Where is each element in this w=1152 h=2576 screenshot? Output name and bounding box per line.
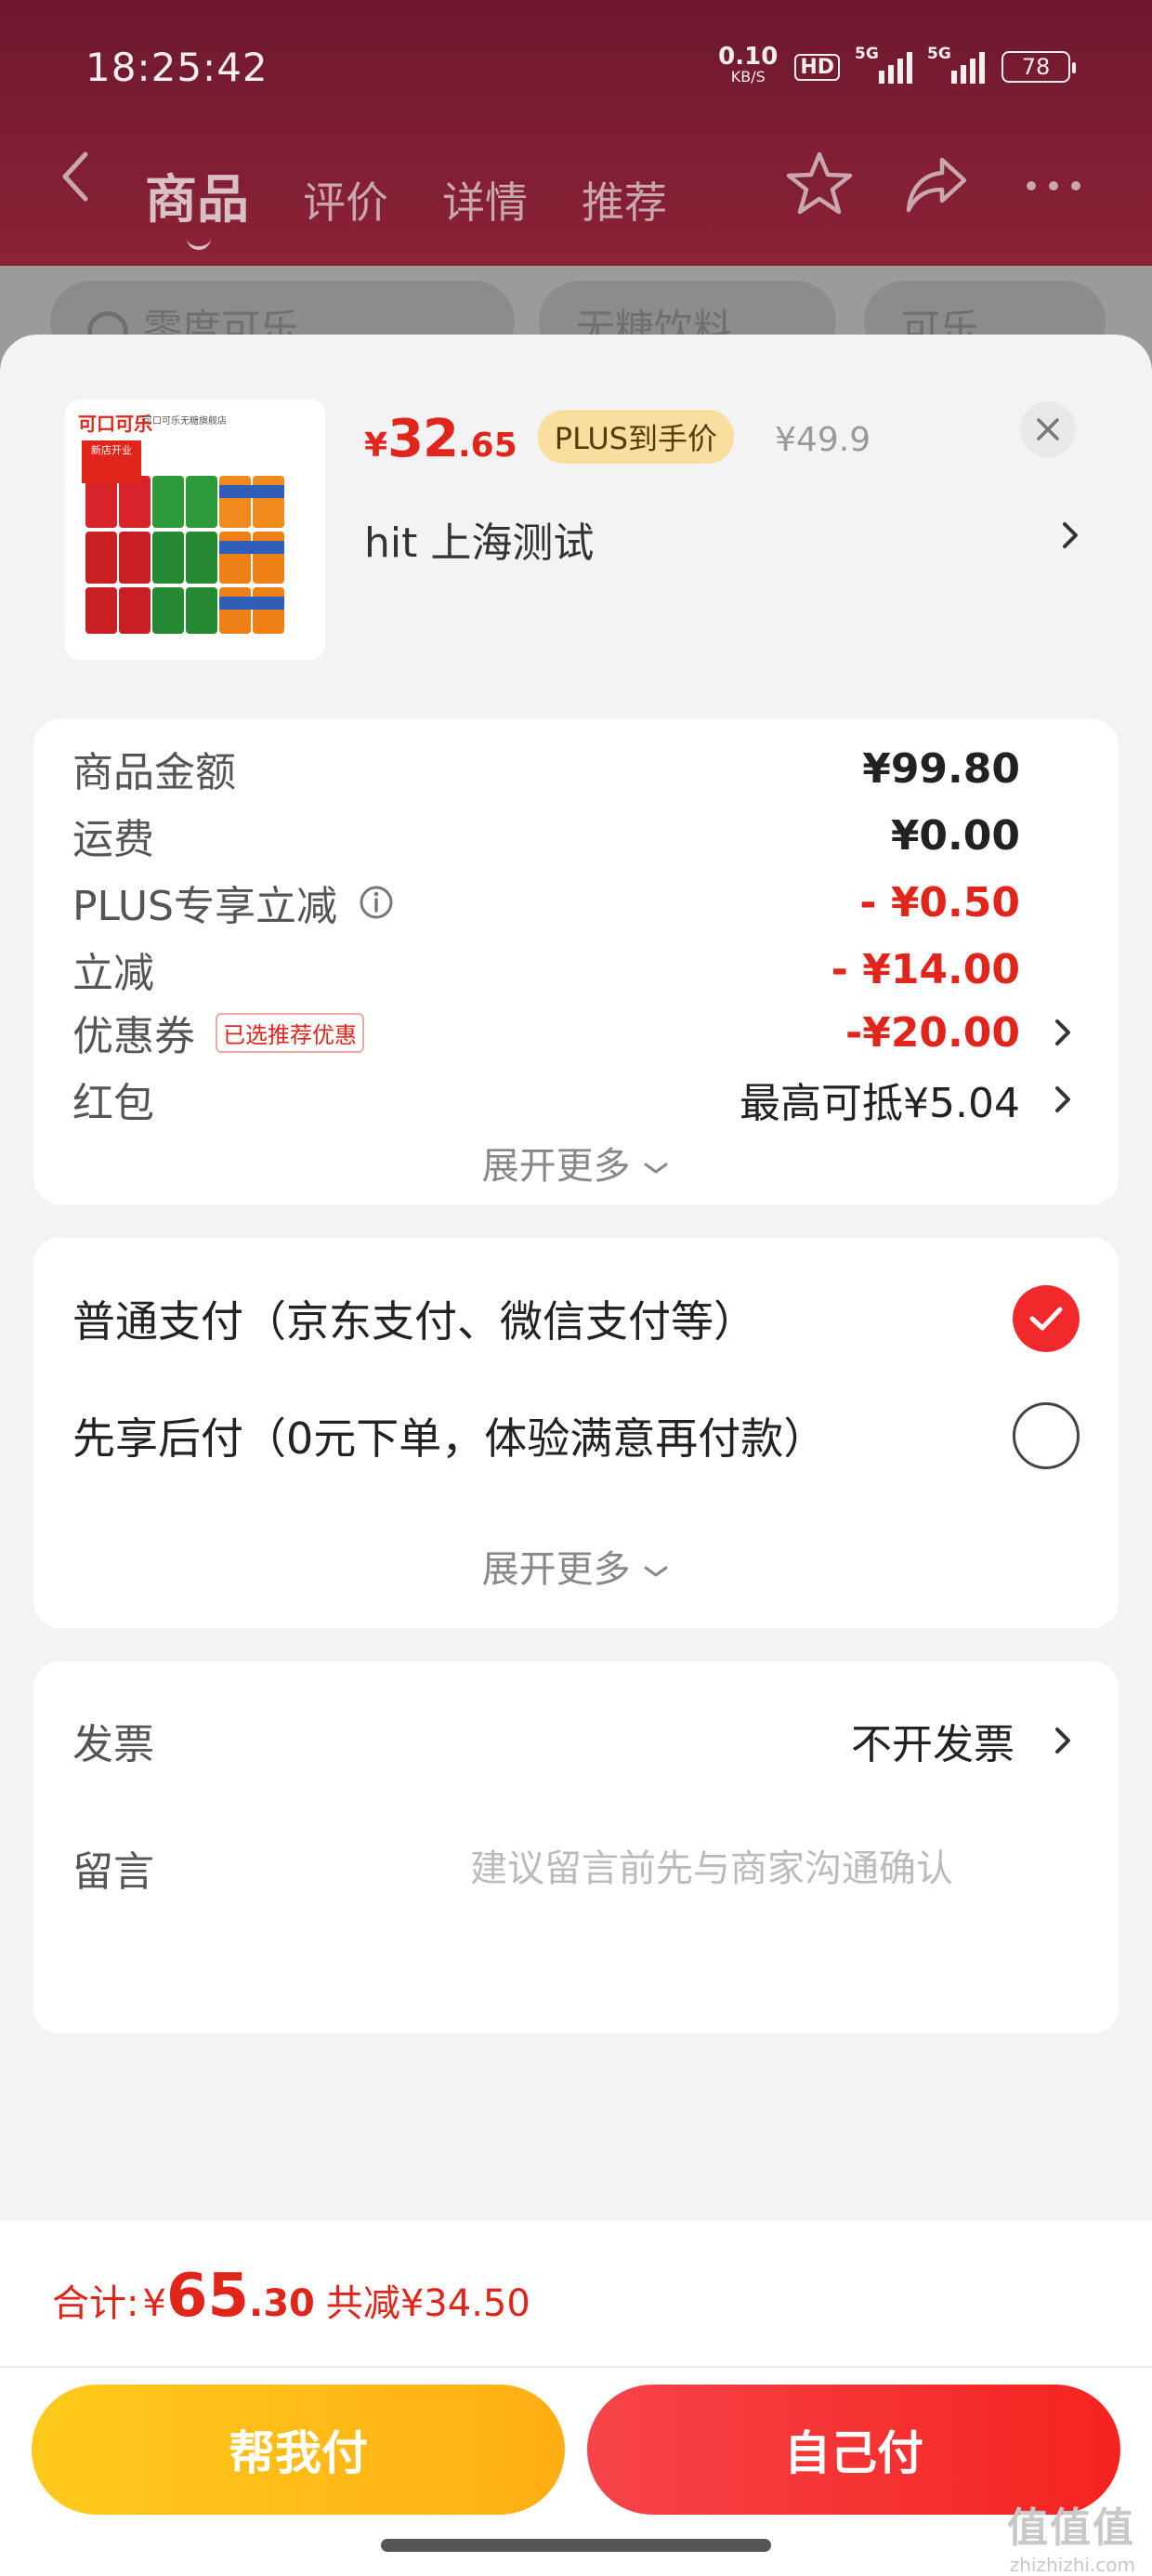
red-packet-value: 最高可抵¥5.04: [740, 1080, 1020, 1127]
chevron-right-icon: [1055, 1019, 1070, 1045]
image-brand-logo: 可口可乐: [78, 413, 152, 435]
tab-recommend[interactable]: 推荐: [582, 169, 667, 230]
network-speed-value: 0.10: [718, 43, 779, 71]
goods-amount-label: 商品金额: [72, 749, 236, 796]
more-icon[interactable]: [1018, 149, 1089, 219]
price-decimal: .65: [458, 427, 517, 465]
hd-voice-icon: HD: [794, 53, 840, 81]
invoice-card: 发票 不开发票 留言 建议留言前先与商家沟通确认: [33, 1662, 1119, 2033]
image-promo-tag-label: 新店开业: [91, 444, 132, 456]
product-price: ¥ 32 .65 PLUS到手价 ¥49.9: [364, 409, 871, 471]
total-decimal: .30: [249, 2282, 315, 2325]
signal-label-1: 5G: [855, 45, 879, 63]
tab-product[interactable]: 商品: [145, 158, 249, 250]
watermark-logo: 值值值: [1007, 2504, 1135, 2552]
network-speed: 0.10 KB/S: [718, 43, 779, 87]
goods-amount-value: ¥99.80: [862, 744, 1020, 793]
coupon-label: 优惠券: [72, 1013, 195, 1060]
red-packet-label: 红包: [72, 1080, 154, 1127]
summary-row-goods-amount: 商品金额 ¥99.80: [72, 736, 1080, 801]
image-store-name: 可口可乐无糖旗舰店: [143, 416, 227, 427]
chevron-right-icon[interactable]: [1055, 517, 1083, 554]
instant-discount-label: 立减: [72, 950, 154, 997]
summary-row-red-packet[interactable]: 红包 最高可抵¥5.04: [72, 1067, 1080, 1132]
radio-unchecked-icon[interactable]: [1013, 1402, 1080, 1469]
original-price: ¥49.9: [775, 421, 871, 459]
expand-more-label: 展开更多: [481, 1548, 631, 1591]
chevron-right-icon: [1055, 1728, 1070, 1754]
summary-row-instant-discount: 立减 - ¥14.00: [72, 937, 1080, 1002]
payment-option-standard-label: 普通支付（京东支付、微信支付等）: [72, 1296, 756, 1347]
payment-method-card: 普通支付（京东支付、微信支付等） 先享后付（0元下单，体验满意再付款） 展开更多: [33, 1238, 1119, 1628]
message-placeholder[interactable]: 建议留言前先与商家沟通确认: [470, 1838, 953, 1892]
shipping-value: ¥0.00: [890, 811, 1020, 860]
expand-more-summary[interactable]: 展开更多: [33, 1136, 1119, 1189]
image-promo-tag: 新店开业: [82, 440, 141, 483]
pay-for-me-button[interactable]: 帮我付: [32, 2385, 565, 2515]
network-speed-unit: KB/S: [730, 68, 766, 85]
total-saved: 共减¥34.50: [325, 2282, 530, 2325]
plus-discount-label: PLUS专享立减: [72, 883, 337, 930]
coupon-value: -¥20.00: [844, 1008, 1020, 1057]
nav-tabs: 商品 评价 详情 推荐: [145, 158, 667, 250]
tab-details[interactable]: 详情: [442, 169, 528, 230]
tab-reviews[interactable]: 评价: [303, 169, 388, 230]
plus-price-badge: PLUS到手价: [537, 410, 735, 464]
chevron-right-icon: [1055, 1086, 1070, 1112]
invoice-label: 发票: [72, 1721, 154, 1768]
coupon-label-group: 优惠券 已选推荐优惠: [72, 1003, 364, 1062]
status-icons: 0.10 KB/S HD 5G 5G 78: [718, 43, 1076, 87]
expand-more-payment[interactable]: 展开更多: [33, 1539, 1119, 1593]
footer-divider: [0, 2366, 1152, 2368]
order-total: 合计: ¥ 65 .30 共减¥34.50: [52, 2262, 530, 2331]
price-integer: 32: [387, 409, 459, 469]
close-button[interactable]: [1020, 401, 1076, 457]
product-image: 可口可乐 可口可乐无糖旗舰店 新店开业: [65, 400, 325, 660]
signal-icon-2: 5G: [927, 45, 985, 84]
summary-row-coupon[interactable]: 优惠券 已选推荐优惠 -¥20.00: [72, 1000, 1080, 1065]
chevron-down-icon: [644, 1566, 668, 1577]
coupon-recommended-badge: 已选推荐优惠: [216, 1012, 364, 1053]
battery-icon: 78: [1001, 51, 1076, 83]
invoice-value: 不开发票: [851, 1721, 1015, 1768]
price-summary-card: 商品金额 ¥99.80 运费 ¥0.00 PLUS专享立减 - ¥0.50 立减…: [33, 719, 1119, 1204]
radio-checked-icon[interactable]: [1013, 1285, 1080, 1352]
delivery-address[interactable]: hit 上海测试: [364, 509, 1089, 569]
back-icon[interactable]: [56, 149, 93, 204]
payment-option-pay-later-label: 先享后付（0元下单，体验满意再付款）: [72, 1413, 827, 1464]
summary-row-shipping: 运费 ¥0.00: [72, 803, 1080, 868]
payment-option-pay-later[interactable]: 先享后付（0元下单，体验满意再付款）: [72, 1402, 1080, 1469]
watermark: 值值值 zhizhizhi.com: [1007, 2494, 1135, 2576]
instant-discount-value: - ¥14.00: [831, 945, 1020, 993]
invoice-row[interactable]: 发票 不开发票: [72, 1708, 1080, 1773]
total-integer: 65: [165, 2262, 249, 2331]
status-time: 18:25:42: [85, 45, 268, 90]
close-icon: [1037, 418, 1059, 440]
status-and-nav-bar: 18:25:42 0.10 KB/S HD 5G 5G 78 商品 评价 详情 …: [0, 0, 1152, 266]
price-symbol: ¥: [364, 427, 388, 465]
signal-icon-1: 5G: [855, 45, 912, 84]
star-icon[interactable]: [784, 149, 855, 219]
payment-option-standard[interactable]: 普通支付（京东支付、微信支付等）: [72, 1285, 1080, 1352]
home-indicator[interactable]: [381, 2539, 771, 2552]
summary-row-plus-discount: PLUS专享立减 - ¥0.50: [72, 870, 1080, 935]
info-icon[interactable]: [358, 884, 395, 921]
expand-more-label: 展开更多: [481, 1145, 631, 1188]
total-label: 合计:: [52, 2282, 139, 2325]
plus-discount-label-group: PLUS专享立减: [72, 873, 395, 932]
plus-discount-value: - ¥0.50: [859, 878, 1020, 927]
checkmark-icon: [1029, 1307, 1063, 1331]
watermark-url: zhizhizhi.com: [1009, 2554, 1135, 2576]
battery-level: 78: [1021, 54, 1051, 80]
product-header: 可口可乐 可口可乐无糖旗舰店 新店开业 ¥ 32 .65 PLUS到手价 ¥49…: [0, 335, 1152, 706]
chevron-down-icon: [644, 1163, 668, 1174]
checkout-footer: 合计: ¥ 65 .30 共减¥34.50 帮我付 自己付: [0, 2221, 1152, 2576]
share-icon[interactable]: [901, 149, 972, 219]
shipping-label: 运费: [72, 816, 154, 863]
signal-label-2: 5G: [927, 45, 951, 63]
total-symbol: ¥: [142, 2282, 166, 2325]
message-label: 留言: [72, 1848, 154, 1896]
